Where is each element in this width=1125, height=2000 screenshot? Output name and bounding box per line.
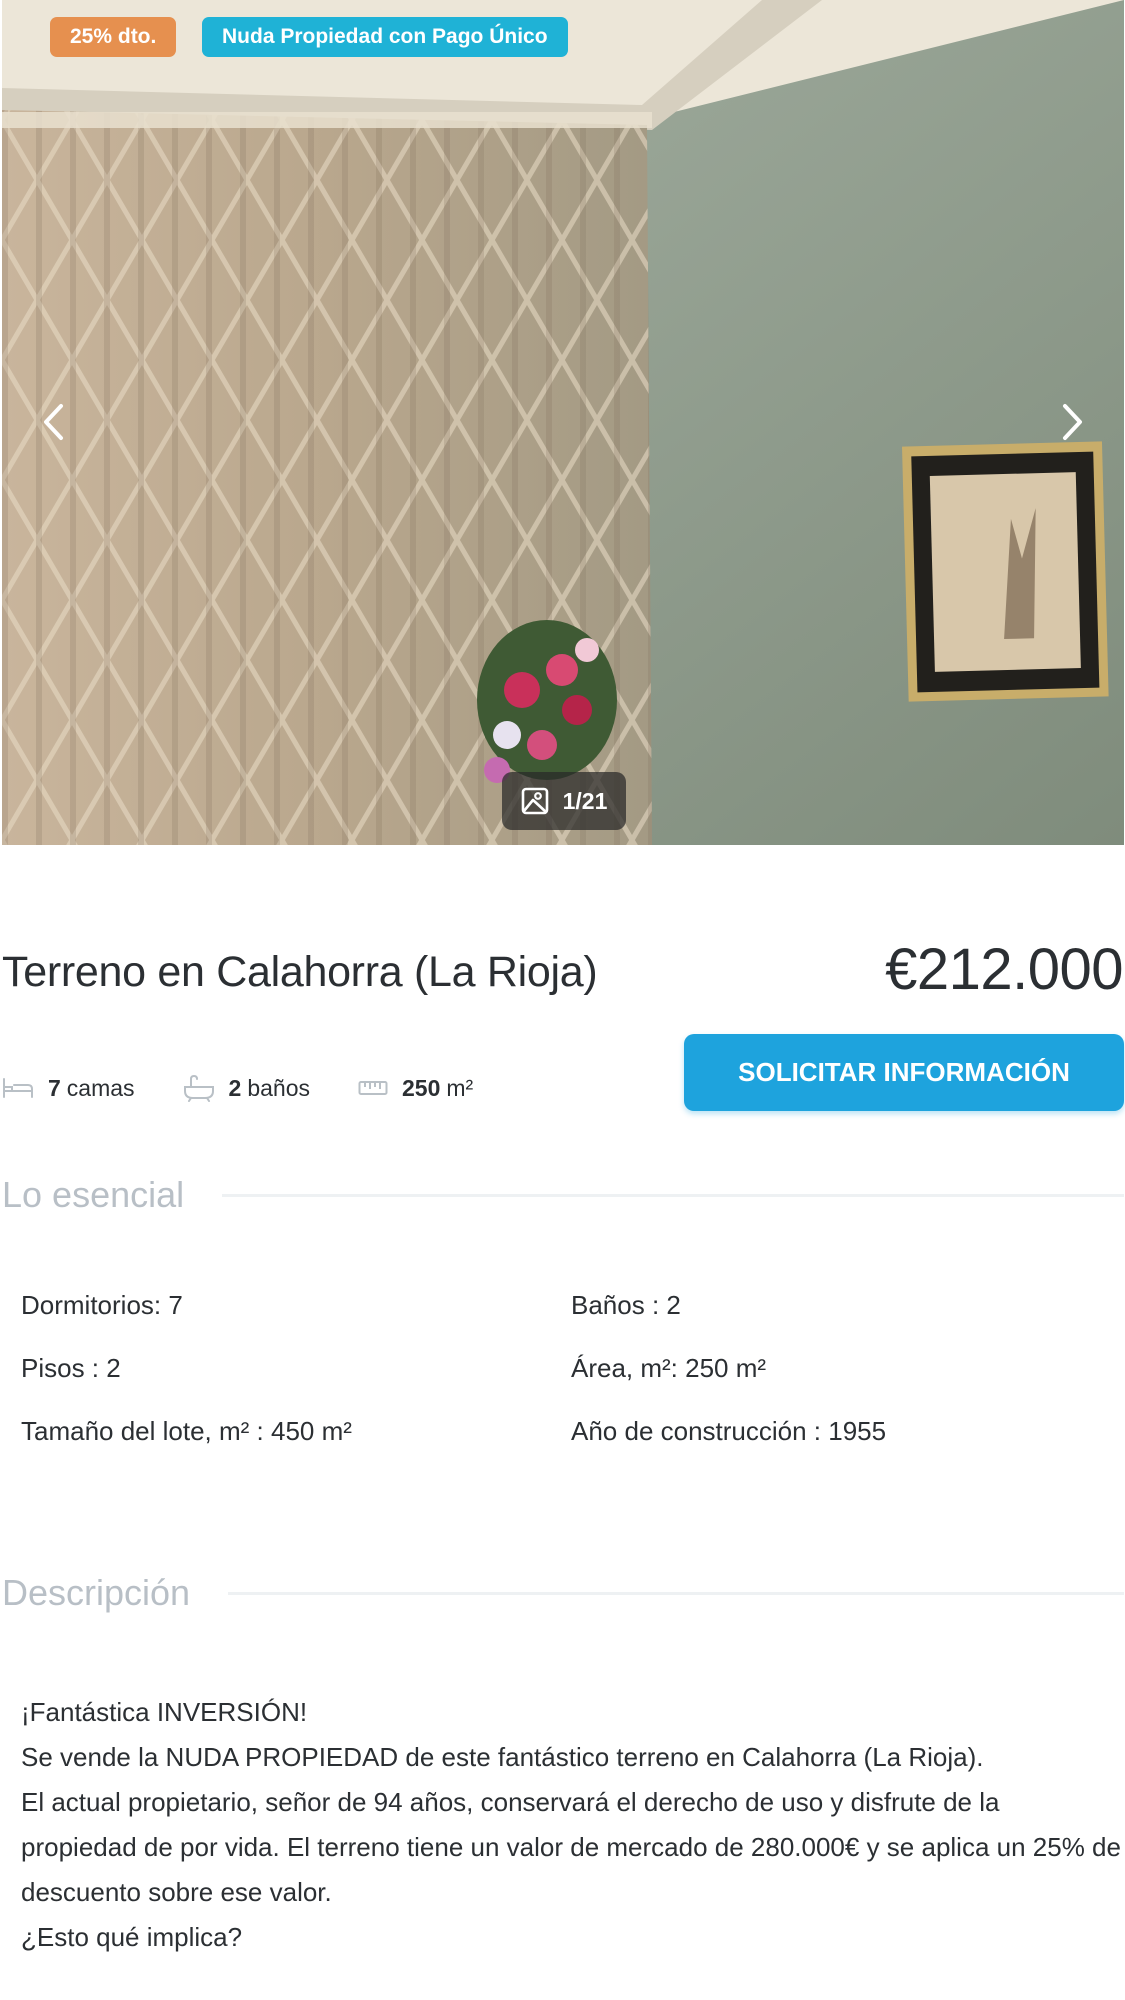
previous-photo-button[interactable] (24, 392, 84, 452)
property-photo (2, 0, 1124, 845)
feature-baths: 2 baños (183, 1074, 310, 1102)
feature-beds: 7 camas (2, 1075, 135, 1102)
next-photo-button[interactable] (1042, 392, 1102, 452)
feature-area-unit: m² (446, 1074, 474, 1101)
photo-gallery[interactable]: 25% dto. Nuda Propiedad con Pago Único 1… (2, 0, 1124, 845)
key-features: 7 camas 2 baños 250 m² (2, 1070, 521, 1106)
feature-baths-unit: baños (247, 1074, 311, 1101)
bed-icon (3, 1078, 33, 1098)
description-paragraph: ¿Esto qué implica? (21, 1922, 243, 1952)
discount-badge: 25% dto. (50, 17, 177, 57)
feature-area-value: 250 (402, 1074, 441, 1101)
spec-floors: Pisos : 2 (21, 1353, 121, 1383)
image-icon (521, 787, 548, 815)
photo-counter[interactable]: 1/21 (502, 772, 626, 830)
listing-title: Terreno en Calahorra (La Rioja) (2, 948, 598, 996)
listing-price: €212.000 (885, 937, 1123, 1002)
section-divider (228, 1591, 1124, 1595)
description-heading: Descripción (2, 1572, 191, 1613)
description-paragraph: Se vende la NUDA PROPIEDAD de este fantá… (21, 1742, 984, 1772)
listing-type-badge: Nuda Propiedad con Pago Único (202, 17, 568, 57)
spec-lot-size: Tamaño del lote, m² : 450 m² (21, 1416, 352, 1446)
spec-year-built: Año de construcción : 1955 (571, 1416, 887, 1446)
section-divider (222, 1193, 1124, 1197)
photo-counter-text: 1/21 (562, 787, 608, 814)
chevron-right-icon (1063, 404, 1082, 440)
description-text: ¡Fantástica INVERSIÓN! Se vende la NUDA … (21, 1690, 1121, 1960)
feature-beds-value: 7 (48, 1074, 61, 1101)
feature-beds-unit: camas (66, 1074, 135, 1101)
description-paragraph: ¡Fantástica INVERSIÓN! (21, 1697, 308, 1727)
chevron-left-icon (44, 404, 63, 440)
description-paragraph: El actual propietario, señor de 94 años,… (21, 1787, 1121, 1907)
ruler-icon (358, 1081, 388, 1095)
spec-row: Dormitorios: 7 Baños : 2 (21, 1290, 1121, 1353)
essentials-section-header: Lo esencial (2, 1174, 1124, 1216)
request-info-button[interactable]: SOLICITAR INFORMACIÓN (684, 1034, 1124, 1111)
feature-area: 250 m² (358, 1075, 473, 1102)
essentials-heading: Lo esencial (2, 1174, 185, 1215)
spec-row: Tamaño del lote, m² : 450 m² Año de cons… (21, 1416, 1121, 1479)
spec-area: Área, m²: 250 m² (571, 1353, 767, 1383)
bathtub-icon (183, 1074, 214, 1102)
spec-row: Pisos : 2 Área, m²: 250 m² (21, 1353, 1121, 1416)
spec-bathrooms: Baños : 2 (571, 1290, 681, 1320)
essentials-specs: Dormitorios: 7 Baños : 2 Pisos : 2 Área,… (21, 1290, 1121, 1479)
feature-baths-value: 2 (228, 1074, 242, 1101)
spec-bedrooms: Dormitorios: 7 (21, 1290, 183, 1320)
description-section-header: Descripción (2, 1572, 1124, 1614)
